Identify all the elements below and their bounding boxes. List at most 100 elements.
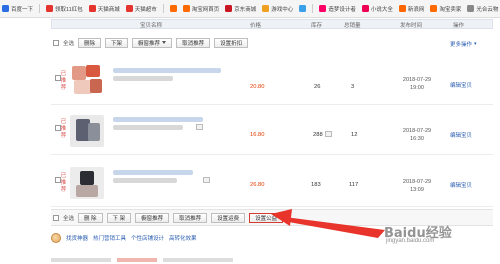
- select-all-label: 全选: [63, 215, 75, 222]
- bookmark-item[interactable]: 淘宝卖家: [430, 5, 461, 13]
- promo-bar: 找货神器 热门营销工具 个性店铺设计 高转化效果: [51, 233, 197, 243]
- price-value[interactable]: 20.80: [250, 84, 265, 90]
- bookmark-favicon-icon: [319, 5, 327, 12]
- recommend-button[interactable]: 橱窗推荐: [135, 212, 170, 223]
- delist-button[interactable]: 下架: [105, 37, 129, 48]
- delist-button[interactable]: 下 架: [106, 212, 132, 223]
- edit-item-link[interactable]: 编辑宝贝: [450, 131, 472, 139]
- price-value[interactable]: 16.80: [250, 132, 265, 138]
- bookmark-item[interactable]: 造梦设计者: [319, 5, 356, 13]
- more-ops-label: 更多操作: [450, 42, 473, 48]
- bookmark-item[interactable]: 小说大全: [361, 5, 393, 13]
- bookmark-label: 领取11红包: [55, 6, 83, 13]
- cancel-recommend-button[interactable]: 取消推荐: [176, 37, 211, 48]
- bookmark-label: 天猫超市: [134, 6, 157, 13]
- bookmark-label: 淘宝卖家: [439, 6, 462, 13]
- bookmark-item[interactable]: 游戏中心: [262, 5, 293, 13]
- sales-value: 12: [351, 132, 358, 138]
- bookmark-divider: [312, 4, 314, 13]
- select-all-label: 全选: [63, 40, 75, 47]
- select-all-checkbox[interactable]: [53, 39, 59, 46]
- publish-time: 2018-07-29 19:00: [397, 76, 437, 92]
- cancel-recommend-button[interactable]: 取消推荐: [173, 212, 208, 223]
- status-badge: 已推荐: [60, 119, 67, 139]
- bookmark-divider: [162, 4, 164, 13]
- product-title[interactable]: [113, 117, 203, 122]
- promo-link-4[interactable]: 高转化效果: [169, 234, 197, 242]
- status-badge: 已推荐: [60, 173, 67, 193]
- bookmark-favicon-icon: [169, 5, 177, 12]
- set-public-welfare-button[interactable]: 设置公益: [249, 212, 284, 223]
- footer-cutoff: [51, 254, 491, 264]
- bookmark-item[interactable]: [169, 5, 177, 12]
- delete-button[interactable]: 删 除: [78, 212, 103, 223]
- edit-item-link[interactable]: 编辑宝贝: [450, 81, 472, 89]
- bookmark-item[interactable]: [299, 5, 307, 12]
- col-stock[interactable]: 库存: [311, 21, 322, 29]
- delete-button[interactable]: 删除: [78, 37, 102, 48]
- avatar: [51, 233, 61, 243]
- bookmark-favicon-icon: [46, 5, 54, 12]
- bookmark-item[interactable]: 天猫商城: [88, 5, 120, 13]
- bookmark-item[interactable]: 新浪网: [398, 5, 425, 13]
- promo-link-1[interactable]: 找货神器: [66, 234, 88, 242]
- bookmark-item[interactable]: 淘宝网首页: [182, 5, 220, 13]
- bookmark-label: 百度一下: [11, 6, 34, 13]
- bookmark-favicon-icon: [467, 5, 475, 12]
- set-shipping-label: 设置运费: [217, 215, 240, 222]
- stock-value[interactable]: 26: [314, 84, 320, 90]
- select-all-checkbox[interactable]: [53, 214, 59, 221]
- product-thumbnail[interactable]: [68, 165, 106, 201]
- publish-time: 2018-07-29 16:30: [397, 127, 437, 143]
- bookmark-favicon-icon: [182, 5, 190, 12]
- status-badge: 已推荐: [60, 71, 67, 91]
- price-value[interactable]: 26.80: [250, 182, 265, 188]
- stock-value[interactable]: 183: [311, 182, 321, 188]
- bookmark-label: 淘宝网首页: [191, 6, 220, 13]
- table-row: 已推荐 16.80 288 12 2018-07-29 16:30 编辑宝贝: [51, 107, 493, 155]
- set-discount-button[interactable]: 设置折扣: [214, 37, 249, 48]
- bookmark-label: 新浪网: [407, 6, 425, 13]
- bookmark-favicon-icon: [262, 5, 270, 12]
- edit-title-icon[interactable]: [203, 177, 210, 183]
- stock-value[interactable]: 288: [313, 132, 323, 138]
- bookmark-divider: [39, 4, 41, 13]
- bookmark-favicon-icon: [88, 5, 96, 12]
- publish-date: 2018-07-29: [402, 77, 432, 83]
- bookmark-item[interactable]: 领取11红包: [46, 5, 83, 13]
- bookmark-item[interactable]: 光合云物: [467, 5, 498, 13]
- bookmark-label: 天猫商城: [97, 6, 120, 13]
- toolbar-top: 全选 删除 下架 橱窗推荐 取消推荐 设置折扣: [51, 35, 493, 50]
- bookmark-favicon-icon: [361, 5, 369, 12]
- col-name: 宝贝名称: [140, 23, 163, 29]
- product-title[interactable]: [113, 68, 221, 73]
- product-title[interactable]: [113, 170, 193, 175]
- promo-link-2[interactable]: 热门营销工具: [93, 234, 126, 242]
- recommend-button[interactable]: 橱窗推荐: [132, 37, 173, 48]
- promo-link-3[interactable]: 个性店铺设计: [131, 234, 164, 242]
- product-thumbnail[interactable]: [68, 63, 106, 99]
- product-thumbnail[interactable]: [68, 113, 106, 149]
- publish-clock: 13:09: [410, 187, 424, 193]
- publish-clock: 16:30: [410, 136, 424, 142]
- set-shipping-button[interactable]: 设置运费: [211, 212, 246, 223]
- table-header: 宝贝名称 价格 库存 总销量 发布时间 操作: [51, 19, 493, 29]
- bookmark-item[interactable]: 京东商城: [225, 5, 256, 13]
- cancel-recommend-label: 取消推荐: [182, 40, 205, 47]
- col-time[interactable]: 发布时间: [400, 21, 422, 29]
- edit-item-link[interactable]: 编辑宝贝: [450, 181, 472, 189]
- more-ops-link[interactable]: 更多操作 ▾: [450, 40, 477, 48]
- col-sales[interactable]: 总销量: [344, 21, 361, 29]
- bookmark-item[interactable]: 百度一下: [2, 5, 33, 13]
- delete-label: 删除: [84, 40, 96, 47]
- edit-title-icon[interactable]: [196, 124, 203, 130]
- watermark-site: jingyan.baidu.com: [386, 238, 435, 244]
- edit-stock-icon[interactable]: [325, 131, 332, 137]
- chevron-down-icon: [162, 41, 167, 44]
- publish-date: 2018-07-29: [402, 179, 432, 185]
- delete-label: 删 除: [84, 215, 97, 222]
- col-price[interactable]: 价格: [250, 21, 261, 29]
- publish-time: 2018-07-29 13:09: [397, 178, 437, 194]
- bookmark-item[interactable]: 天猫超市: [125, 5, 157, 13]
- bookmark-label: 京东商城: [234, 6, 257, 13]
